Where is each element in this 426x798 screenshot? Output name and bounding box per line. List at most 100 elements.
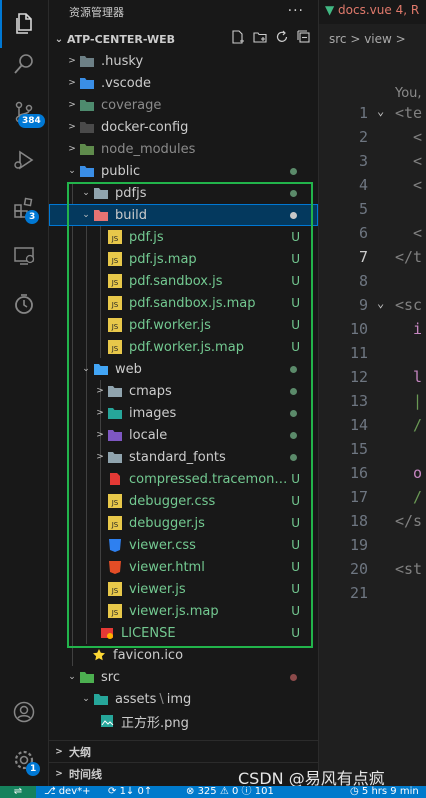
sync-status[interactable]: ⟳ 1↓ 0↑ [108, 786, 152, 798]
codelens-author[interactable]: You, [395, 86, 422, 101]
file-pdf-sandbox-js[interactable]: JS pdf.sandbox.js U [49, 270, 318, 292]
file-pdf-sandbox-js-map[interactable]: JS pdf.sandbox.js.map U [49, 292, 318, 314]
time-tracking-status[interactable]: ◷ 5 hrs 9 min [350, 786, 419, 798]
folder-locale[interactable]: > locale [49, 424, 318, 446]
line-number: 14 [349, 416, 368, 434]
code-line[interactable]: 19 [319, 536, 426, 560]
file-debugger-js[interactable]: JS debugger.js U [49, 512, 318, 534]
workspace-header[interactable]: ⌄ ATP-CENTER-WEB [49, 28, 318, 50]
chevron-right-icon: > [68, 122, 76, 132]
css-file-icon [107, 537, 123, 553]
code-line[interactable]: 9 ⌄ <sc [319, 296, 426, 320]
image-file-icon [99, 713, 115, 729]
tab-docs-vue[interactable]: ▼ docs.vue 4, R [325, 3, 419, 17]
code-line[interactable]: 14 / [319, 416, 426, 440]
file-debugger-css[interactable]: JS debugger.css U [49, 490, 318, 512]
folder-public[interactable]: ⌄ public [49, 160, 318, 182]
code-line[interactable]: 3 < [319, 152, 426, 176]
modified-dot [290, 409, 297, 417]
file-viewer-html[interactable]: viewer.html U [49, 556, 318, 578]
code-line[interactable]: 6 < [319, 224, 426, 248]
chevron-down-icon: ⌄ [82, 210, 90, 220]
line-number: 6 [358, 224, 368, 242]
code-line[interactable]: 18 </s [319, 512, 426, 536]
code-line[interactable]: 2 < [319, 128, 426, 152]
refresh-icon[interactable] [274, 30, 290, 46]
code-line[interactable]: 7 </t [319, 248, 426, 272]
folder-cmaps[interactable]: > cmaps [49, 380, 318, 402]
settings-gear-icon[interactable]: 1 [0, 736, 48, 784]
code-line[interactable]: 12 l [319, 368, 426, 392]
folder-docker-config[interactable]: > docker-config [49, 116, 318, 138]
code-line[interactable]: 8 [319, 272, 426, 296]
code-line[interactable]: 15 [319, 440, 426, 464]
folder-coverage[interactable]: > coverage [49, 94, 318, 116]
file-pdf-worker-js[interactable]: JS pdf.worker.js U [49, 314, 318, 336]
extensions-icon[interactable]: 3 [0, 184, 48, 232]
collapse-all-icon[interactable] [296, 30, 312, 46]
modified-dot [290, 387, 297, 395]
folder-assets-img[interactable]: ⌄ assets \ img [49, 688, 318, 710]
file-viewer-css[interactable]: viewer.css U [49, 534, 318, 556]
folder-src[interactable]: ⌄ src [49, 666, 318, 688]
search-icon[interactable] [0, 40, 48, 88]
svg-text:JS: JS [111, 235, 119, 243]
folder-icon [79, 119, 95, 135]
folder-husky[interactable]: > .husky [49, 50, 318, 72]
svg-text:JS: JS [111, 301, 119, 309]
folder-images[interactable]: > images [49, 402, 318, 424]
code-line[interactable]: 21 [319, 584, 426, 608]
new-folder-icon[interactable] [252, 30, 268, 46]
folder-build-open-icon [93, 207, 109, 223]
folder-web[interactable]: ⌄ web [49, 358, 318, 380]
new-file-icon[interactable] [230, 30, 246, 46]
code-line[interactable]: 11 [319, 344, 426, 368]
explorer-sidebar: 资源管理器 ··· ⌄ ATP-CENTER-WEB > .husky > .v… [49, 0, 319, 786]
problems-status[interactable]: ⊗ 325 ⚠ 0 ⓘ 101 [186, 786, 274, 798]
code-line[interactable]: 1 ⌄ <te [319, 104, 426, 128]
fold-chevron-icon[interactable]: ⌄ [377, 296, 384, 310]
folder-vscode[interactable]: > .vscode [49, 72, 318, 94]
code-text: / [395, 416, 423, 434]
code-line[interactable]: 16 o [319, 464, 426, 488]
folder-node-modules[interactable]: > node_modules [49, 138, 318, 160]
code-line[interactable]: 10 i [319, 320, 426, 344]
breadcrumb[interactable]: src > view > [329, 32, 406, 46]
chevron-right-icon: > [68, 56, 76, 66]
svg-text:JS: JS [111, 279, 119, 287]
more-actions-icon[interactable]: ··· [288, 3, 304, 19]
folder-pdfjs[interactable]: ⌄ pdfjs [49, 182, 318, 204]
file-pdf-js-map[interactable]: JS pdf.js.map U [49, 248, 318, 270]
branch-status[interactable]: ⎇ dev*+ [44, 786, 91, 798]
code-line[interactable]: 17 / [319, 488, 426, 512]
accounts-icon[interactable] [0, 688, 48, 736]
folder-build[interactable]: ⌄ build [49, 204, 318, 226]
file-compressed-tracemonkey[interactable]: compressed.tracemonkey... U [49, 468, 318, 490]
file-square-png[interactable]: 正方形.png [49, 710, 318, 732]
file-pdf-js[interactable]: JS pdf.js U [49, 226, 318, 248]
remote-indicator-icon[interactable]: ⇌ [0, 786, 36, 798]
file-favicon[interactable]: favicon.ico [49, 644, 318, 666]
code-line[interactable]: 5 [319, 200, 426, 224]
fold-chevron-icon[interactable]: ⌄ [377, 104, 384, 118]
timeline-history-icon[interactable] [0, 280, 48, 328]
remote-explorer-icon[interactable] [0, 232, 48, 280]
run-debug-icon[interactable] [0, 136, 48, 184]
source-control-icon[interactable]: 384 [0, 88, 48, 136]
file-pdf-worker-js-map[interactable]: JS pdf.worker.js.map U [49, 336, 318, 358]
line-number: 11 [349, 344, 368, 362]
code-line[interactable]: 13 | [319, 392, 426, 416]
code-text: < [395, 128, 423, 146]
chevron-down-icon: ⌄ [82, 694, 90, 704]
file-viewer-js-map[interactable]: JS viewer.js.map U [49, 600, 318, 622]
code-line[interactable]: 20 <st [319, 560, 426, 584]
chevron-right-icon: > [68, 100, 76, 110]
html-file-icon [107, 559, 123, 575]
outline-section[interactable]: > 大纲 [49, 740, 318, 763]
line-number: 21 [349, 584, 368, 602]
chevron-down-icon: ⌄ [68, 672, 76, 682]
folder-standard-fonts[interactable]: > standard_fonts [49, 446, 318, 468]
file-viewer-js[interactable]: JS viewer.js U [49, 578, 318, 600]
code-line[interactable]: 4 < [319, 176, 426, 200]
file-license[interactable]: LICENSE U [49, 622, 318, 644]
